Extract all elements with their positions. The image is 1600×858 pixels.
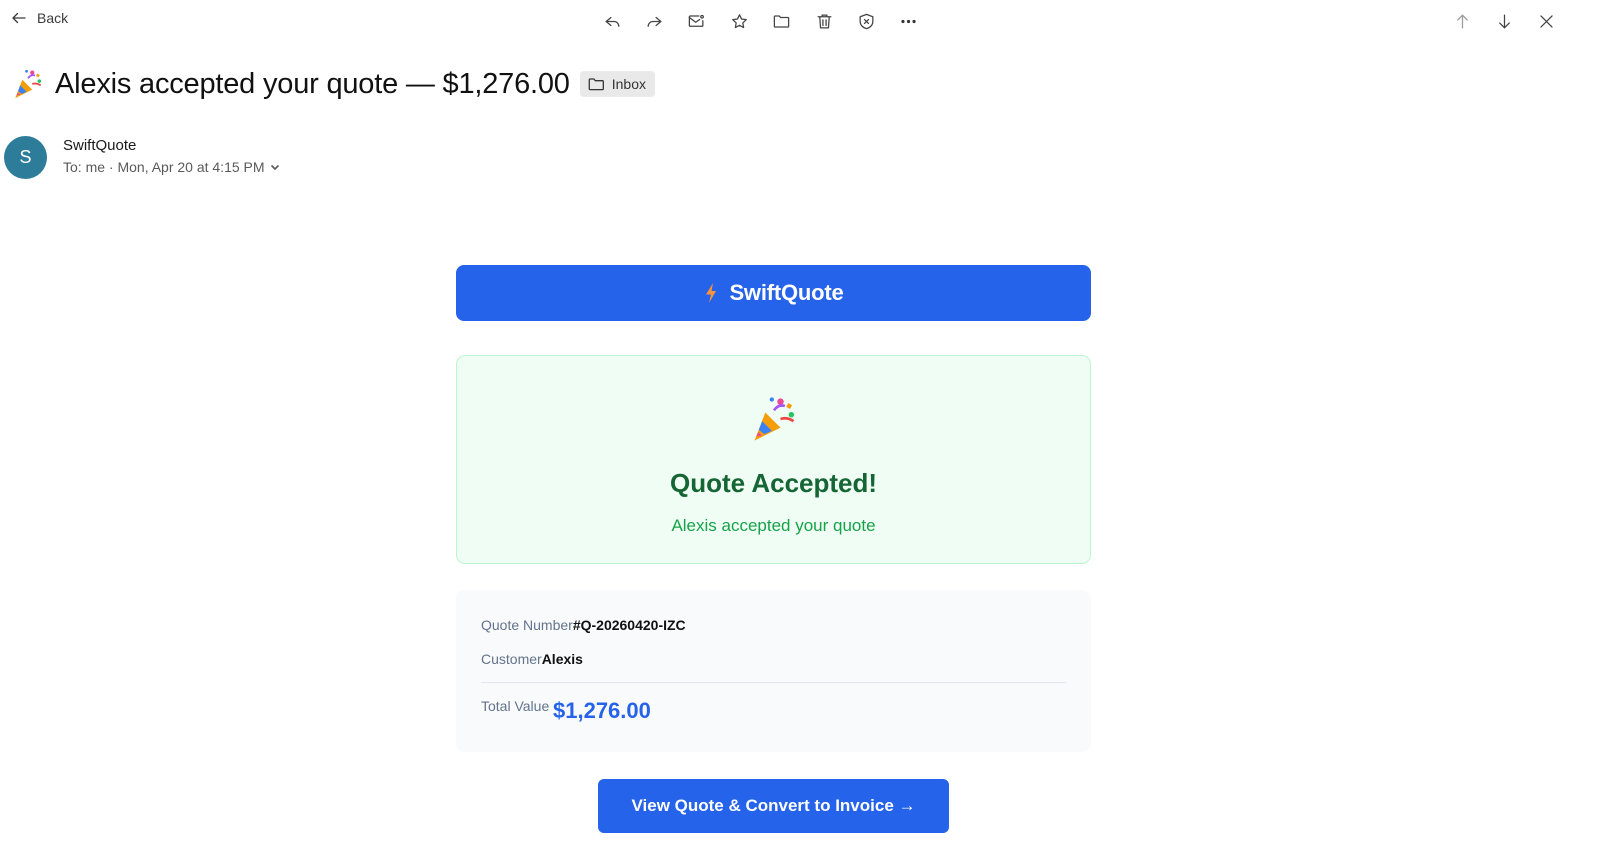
chevron-down-icon	[270, 164, 279, 171]
trash-icon[interactable]	[813, 10, 835, 32]
more-icon[interactable]	[897, 10, 919, 32]
party-popper-icon	[754, 397, 795, 441]
email-subject: Alexis accepted your quote — $1,276.00	[55, 67, 570, 100]
total-value-label: Total Value	[481, 698, 550, 714]
total-value: $1,276.00	[553, 698, 651, 723]
recipient-meta-text: To: me · Mon, Apr 20 at 4:15 PM	[63, 159, 265, 175]
back-label: Back	[37, 10, 69, 26]
block-icon[interactable]	[855, 10, 877, 32]
view-quote-button[interactable]: View Quote & Convert to Invoice →	[598, 779, 949, 833]
close-icon[interactable]	[1535, 10, 1557, 32]
quote-number-row: Quote Number#Q-20260420-IZC	[481, 617, 686, 633]
email-toolbar: Back	[0, 0, 1600, 40]
quote-details-card: Quote Number#Q-20260420-IZC CustomerAlex…	[456, 590, 1091, 752]
folder-icon[interactable]	[770, 10, 792, 32]
recipient-details[interactable]: To: me · Mon, Apr 20 at 4:15 PM	[63, 159, 281, 175]
quote-number-value: #Q-20260420-IZC	[572, 617, 686, 633]
reply-icon[interactable]	[601, 10, 623, 32]
customer-label: Customer	[481, 651, 542, 667]
lightning-bolt-icon	[706, 283, 717, 303]
forward-icon[interactable]	[643, 10, 665, 32]
details-divider	[481, 682, 1066, 683]
avatar[interactable]: S	[4, 136, 47, 179]
mark-unread-icon[interactable]	[685, 10, 707, 32]
sender-name[interactable]: SwiftQuote	[63, 137, 136, 154]
quote-number-label: Quote Number	[481, 617, 573, 633]
brand-name: SwiftQuote	[729, 280, 844, 305]
folder-badge-label: Inbox	[611, 76, 646, 92]
arrow-down-icon[interactable]	[1493, 10, 1515, 32]
folder-icon	[588, 77, 604, 90]
arrow-left-icon	[12, 12, 26, 24]
brand-banner: SwiftQuote	[456, 265, 1091, 321]
accept-subtitle: Alexis accepted your quote	[671, 516, 876, 535]
back-button[interactable]: Back	[10, 9, 68, 27]
accept-title: Quote Accepted!	[669, 468, 878, 498]
arrow-up-icon[interactable]	[1451, 10, 1473, 32]
subject-row: Alexis accepted your quote — $1,276.00 I…	[11, 64, 655, 104]
customer-value: Alexis	[541, 651, 583, 667]
party-popper-icon	[15, 69, 42, 99]
customer-row: CustomerAlexis	[481, 651, 583, 667]
folder-badge[interactable]: Inbox	[579, 71, 655, 97]
star-icon[interactable]	[728, 10, 750, 32]
quote-accepted-card: Quote Accepted! Alexis accepted your quo…	[456, 355, 1091, 564]
